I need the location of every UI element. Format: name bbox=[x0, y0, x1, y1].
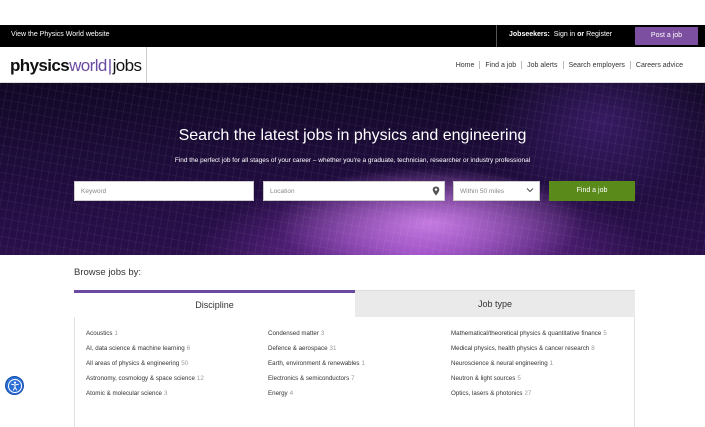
find-a-job-button[interactable]: Find a job bbox=[549, 181, 635, 201]
topbar-divider bbox=[496, 25, 497, 47]
browse-jobs-heading: Browse jobs by: bbox=[74, 267, 142, 278]
discipline-link[interactable]: Neuroscience & neural engineering 1 bbox=[451, 360, 607, 375]
keyword-input[interactable]: Keyword bbox=[74, 181, 254, 201]
discipline-label: Mathematical/theoretical physics & quant… bbox=[451, 330, 602, 337]
page: View the Physics World website Jobseeker… bbox=[0, 0, 705, 427]
discipline-label: Electronics & semiconductors bbox=[268, 375, 350, 382]
discipline-link[interactable]: Medical physics, health physics & cancer… bbox=[451, 345, 607, 360]
job-count: 1 bbox=[361, 360, 365, 367]
location-placeholder: Location bbox=[270, 188, 295, 195]
discipline-column-2: Condensed matter 3 Defence & aerospace 31 … bbox=[268, 330, 365, 405]
header-divider bbox=[146, 47, 147, 83]
hero-title: Search the latest jobs in physics and en… bbox=[178, 127, 527, 144]
logo-world: world bbox=[69, 56, 107, 75]
discipline-link[interactable]: Neutron & light sources 5 bbox=[451, 375, 607, 390]
discipline-label: Astronomy, cosmology & space science bbox=[86, 375, 195, 382]
chevron-down-icon bbox=[526, 186, 534, 196]
discipline-link[interactable]: AI, data science & machine learning 6 bbox=[86, 345, 204, 360]
or-text: or bbox=[577, 31, 585, 38]
discipline-label: Acoustics bbox=[86, 330, 113, 337]
discipline-label: Earth, environment & renewables bbox=[268, 360, 360, 367]
physicsworld-jobs-logo[interactable]: physicsworld|jobs bbox=[10, 56, 142, 76]
discipline-label: All areas of physics & engineering bbox=[86, 360, 180, 367]
discipline-panel: Acoustics 1 AI, data science & machine le… bbox=[74, 317, 635, 427]
sign-in-link[interactable]: Sign in bbox=[554, 31, 575, 38]
hero-banner: Search the latest jobs in physics and en… bbox=[0, 83, 705, 255]
job-count: 6 bbox=[186, 345, 191, 352]
job-count: 12 bbox=[196, 375, 204, 382]
job-count: 50 bbox=[181, 360, 189, 367]
job-count: 3 bbox=[164, 390, 168, 397]
jobseekers-label: Jobseekers: bbox=[509, 31, 550, 38]
post-a-job-button[interactable]: Post a job bbox=[635, 27, 698, 45]
discipline-link[interactable]: Atomic & molecular science 3 bbox=[86, 390, 204, 405]
hero-subtitle: Find the perfect job for all stages of y… bbox=[174, 157, 531, 164]
tab-discipline[interactable]: Discipline bbox=[74, 290, 355, 317]
location-pin-icon[interactable] bbox=[432, 186, 440, 198]
discipline-link[interactable]: Energy 4 bbox=[268, 390, 365, 405]
nav-home[interactable]: Home bbox=[451, 62, 480, 69]
discipline-column-3: Mathematical/theoretical physics & quant… bbox=[451, 330, 607, 405]
nav-careers-advice[interactable]: Careers advice bbox=[631, 62, 688, 69]
job-count: 8 bbox=[591, 345, 595, 352]
discipline-label: Condensed matter bbox=[268, 330, 319, 337]
discipline-link[interactable]: Optics, lasers & photonics 27 bbox=[451, 390, 607, 405]
jobseekers-links: Jobseekers: Sign in or Register bbox=[509, 31, 612, 38]
logo-bar: | bbox=[107, 56, 112, 75]
logo-physics: physics bbox=[10, 56, 70, 75]
job-count: 5 bbox=[517, 375, 521, 382]
location-input[interactable]: Location bbox=[263, 181, 445, 201]
nav-search-employers[interactable]: Search employers bbox=[564, 62, 630, 69]
discipline-label: Energy bbox=[268, 390, 288, 397]
discipline-link[interactable]: Earth, environment & renewables 1 bbox=[268, 360, 365, 375]
job-count: 31 bbox=[329, 345, 337, 352]
discipline-link[interactable]: Defence & aerospace 31 bbox=[268, 345, 365, 360]
nav-find-a-job[interactable]: Find a job bbox=[480, 62, 521, 69]
physics-world-website-link[interactable]: View the Physics World website bbox=[11, 31, 110, 38]
accessibility-icon bbox=[7, 378, 22, 393]
top-bar: View the Physics World website Jobseeker… bbox=[0, 25, 705, 47]
hero-background-pattern bbox=[0, 83, 705, 255]
discipline-label: Optics, lasers & photonics bbox=[451, 390, 523, 397]
discipline-label: Neutron & light sources bbox=[451, 375, 516, 382]
job-count: 27 bbox=[524, 390, 532, 397]
job-count: 4 bbox=[289, 390, 294, 397]
keyword-placeholder: Keyword bbox=[81, 188, 107, 195]
discipline-label: AI, data science & machine learning bbox=[86, 345, 185, 352]
discipline-label: Neuroscience & neural engineering bbox=[451, 360, 548, 367]
nav-job-alerts[interactable]: Job alerts bbox=[522, 62, 562, 69]
job-count: 1 bbox=[114, 330, 118, 337]
discipline-link[interactable]: All areas of physics & engineering 50 bbox=[86, 360, 204, 375]
job-count: 3 bbox=[320, 330, 325, 337]
discipline-link[interactable]: Condensed matter 3 bbox=[268, 330, 365, 345]
discipline-label: Medical physics, health physics & cancer… bbox=[451, 345, 590, 352]
distance-select[interactable]: Within 50 miles bbox=[453, 181, 540, 201]
main-nav: Home Find a job Job alerts Search employ… bbox=[451, 61, 688, 69]
discipline-link[interactable]: Electronics & semiconductors 7 bbox=[268, 375, 365, 390]
discipline-label: Defence & aerospace bbox=[268, 345, 328, 352]
discipline-link[interactable]: Acoustics 1 bbox=[86, 330, 204, 345]
browse-tabs: Discipline Job type bbox=[74, 290, 635, 317]
logo-jobs: jobs bbox=[112, 56, 142, 75]
discipline-label: Atomic & molecular science bbox=[86, 390, 162, 397]
job-count: 1 bbox=[549, 360, 554, 367]
discipline-link[interactable]: Astronomy, cosmology & space science 12 bbox=[86, 375, 204, 390]
discipline-link[interactable]: Mathematical/theoretical physics & quant… bbox=[451, 330, 607, 345]
distance-value: Within 50 miles bbox=[460, 188, 505, 195]
accessibility-button[interactable] bbox=[5, 376, 24, 395]
tab-job-type[interactable]: Job type bbox=[355, 290, 635, 317]
site-header: physicsworld|jobs Home Find a job Job al… bbox=[0, 47, 705, 83]
job-count: 5 bbox=[603, 330, 607, 337]
job-count: 7 bbox=[351, 375, 355, 382]
discipline-column-1: Acoustics 1 AI, data science & machine le… bbox=[86, 330, 204, 405]
register-link[interactable]: Register bbox=[586, 31, 612, 38]
